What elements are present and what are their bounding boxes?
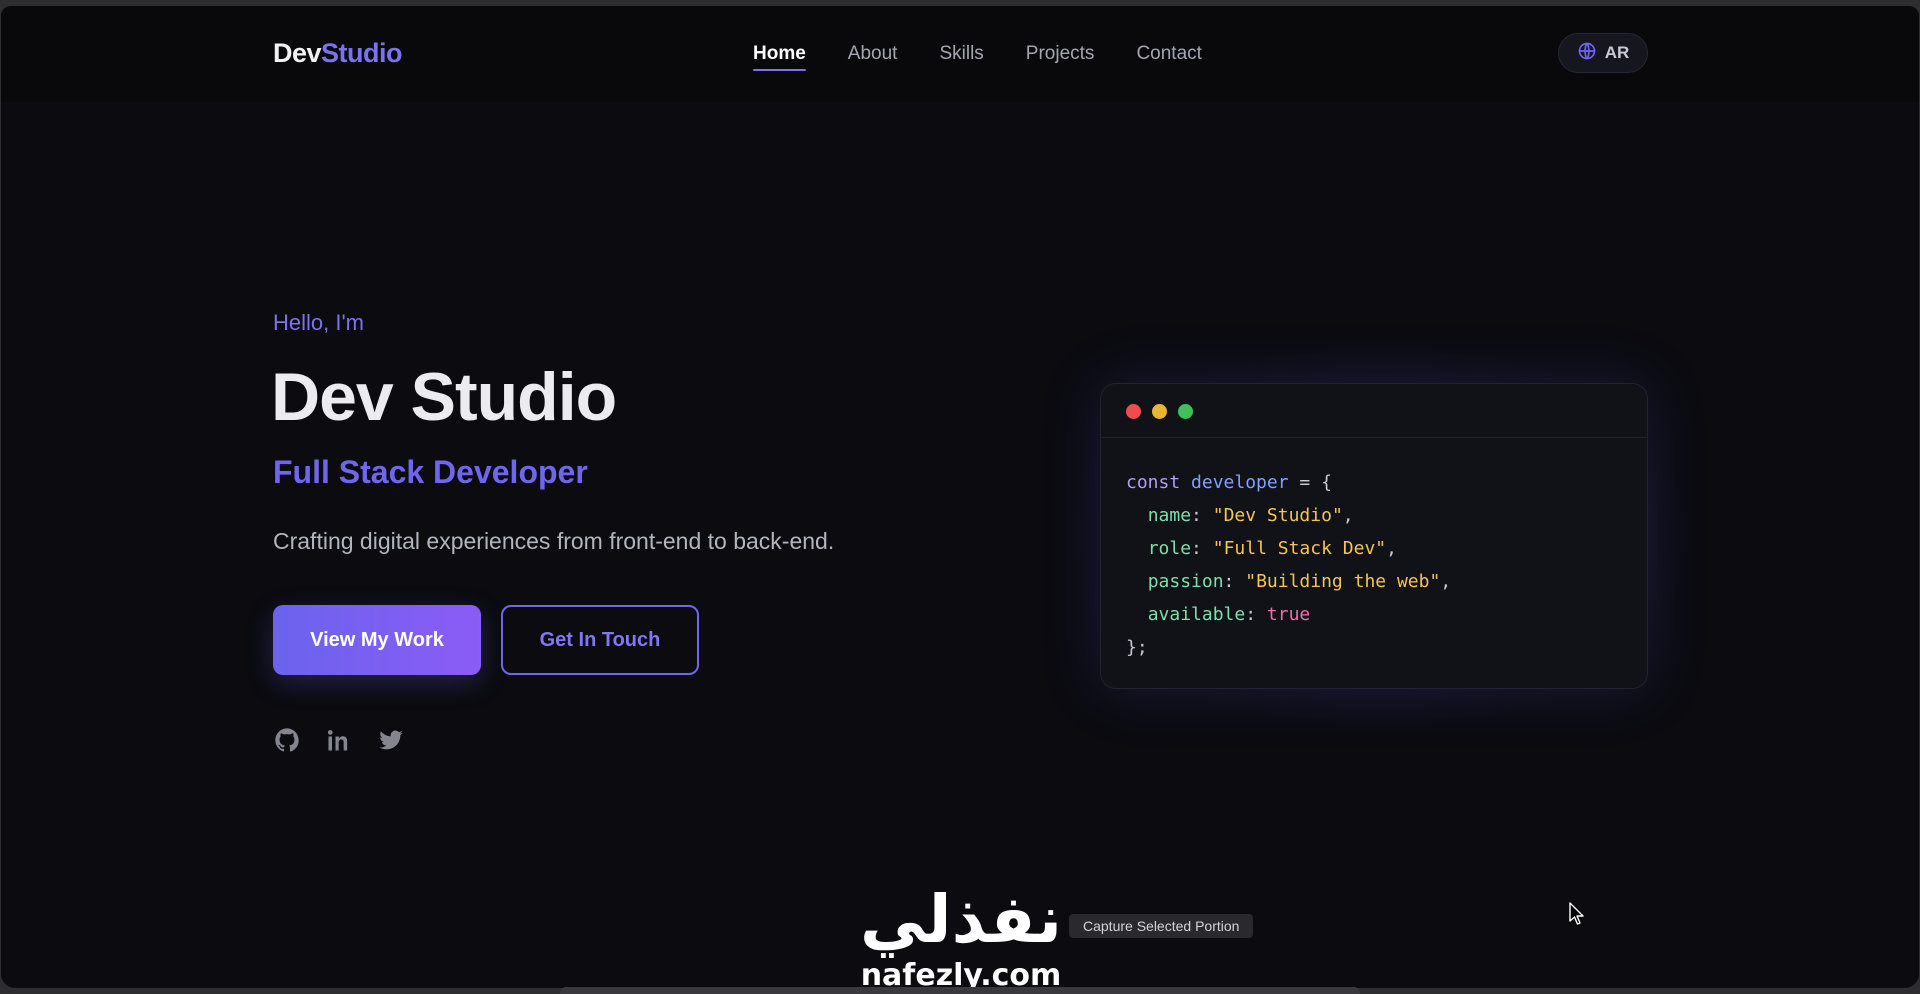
language-label: AR: [1604, 43, 1630, 62]
code-variable: developer: [1191, 472, 1289, 493]
code-card: const developer = { name: "Dev Studio", …: [1100, 383, 1648, 689]
nav-projects[interactable]: Projects: [1026, 43, 1095, 71]
hero-greeting: Hello, I'm: [273, 310, 364, 335]
hero-tagline: Crafting digital experiences from front-…: [273, 528, 835, 554]
view-my-work-button[interactable]: View My Work: [273, 605, 481, 675]
social-links: [273, 726, 405, 754]
code-card-titlebar: [1101, 384, 1647, 438]
code-property: passion: [1147, 571, 1224, 592]
logo-text-studio: Studio: [321, 38, 403, 68]
site-header: DevStudio Home About Skills Projects Con…: [1, 6, 1919, 102]
nav-about[interactable]: About: [848, 43, 898, 71]
nav-skills[interactable]: Skills: [939, 43, 983, 71]
code-line-4: passion: "Building the web",: [1147, 571, 1452, 592]
code-property: available: [1147, 604, 1246, 625]
mouse-cursor-icon: [1569, 902, 1585, 926]
code-line-1: const developer = {: [1126, 466, 1622, 499]
language-toggle-button[interactable]: AR: [1558, 33, 1648, 73]
code-snippet: const developer = { name: "Dev Studio", …: [1101, 438, 1647, 664]
code-string: "Dev Studio": [1212, 505, 1343, 526]
get-in-touch-button[interactable]: Get In Touch: [501, 605, 699, 675]
main-nav: Home About Skills Projects Contact: [753, 43, 1244, 71]
code-boolean: true: [1266, 604, 1311, 625]
window-dot-green: [1178, 404, 1193, 419]
code-punctuation: = {: [1288, 472, 1332, 493]
globe-icon: [1577, 41, 1597, 66]
code-keyword: const: [1126, 472, 1181, 493]
capture-tooltip: Capture Selected Portion: [1069, 914, 1254, 938]
code-property: role: [1147, 538, 1192, 559]
nav-contact[interactable]: Contact: [1136, 43, 1201, 71]
code-line-2: name: "Dev Studio",: [1147, 505, 1354, 526]
window-dot-yellow: [1152, 404, 1167, 419]
nav-home[interactable]: Home: [753, 43, 806, 71]
watermark-logo: نفذلي nafezly.com: [851, 881, 1071, 989]
code-string: "Building the web": [1245, 571, 1441, 592]
linkedin-icon[interactable]: [325, 726, 353, 754]
code-property: name: [1147, 505, 1192, 526]
code-line-6: };: [1126, 637, 1148, 658]
window-dot-red: [1126, 404, 1141, 419]
logo-text-dev: Dev: [273, 38, 322, 68]
code-string: "Full Stack Dev": [1212, 538, 1387, 559]
watermark-latin-text: nafezly.com: [860, 958, 1062, 988]
hero-title: Dev Studio: [271, 359, 617, 435]
hero-role: Full Stack Developer: [273, 454, 588, 490]
code-line-3: role: "Full Stack Dev",: [1147, 538, 1397, 559]
site-logo[interactable]: DevStudio: [273, 38, 403, 69]
github-icon[interactable]: [273, 726, 301, 754]
twitter-icon[interactable]: [377, 726, 405, 754]
code-line-5: available: true: [1147, 604, 1311, 625]
watermark-arabic-text: نفذلي: [860, 881, 1062, 958]
browser-viewport: DevStudio Home About Skills Projects Con…: [1, 6, 1919, 988]
bottom-window-edge: [560, 987, 1360, 994]
